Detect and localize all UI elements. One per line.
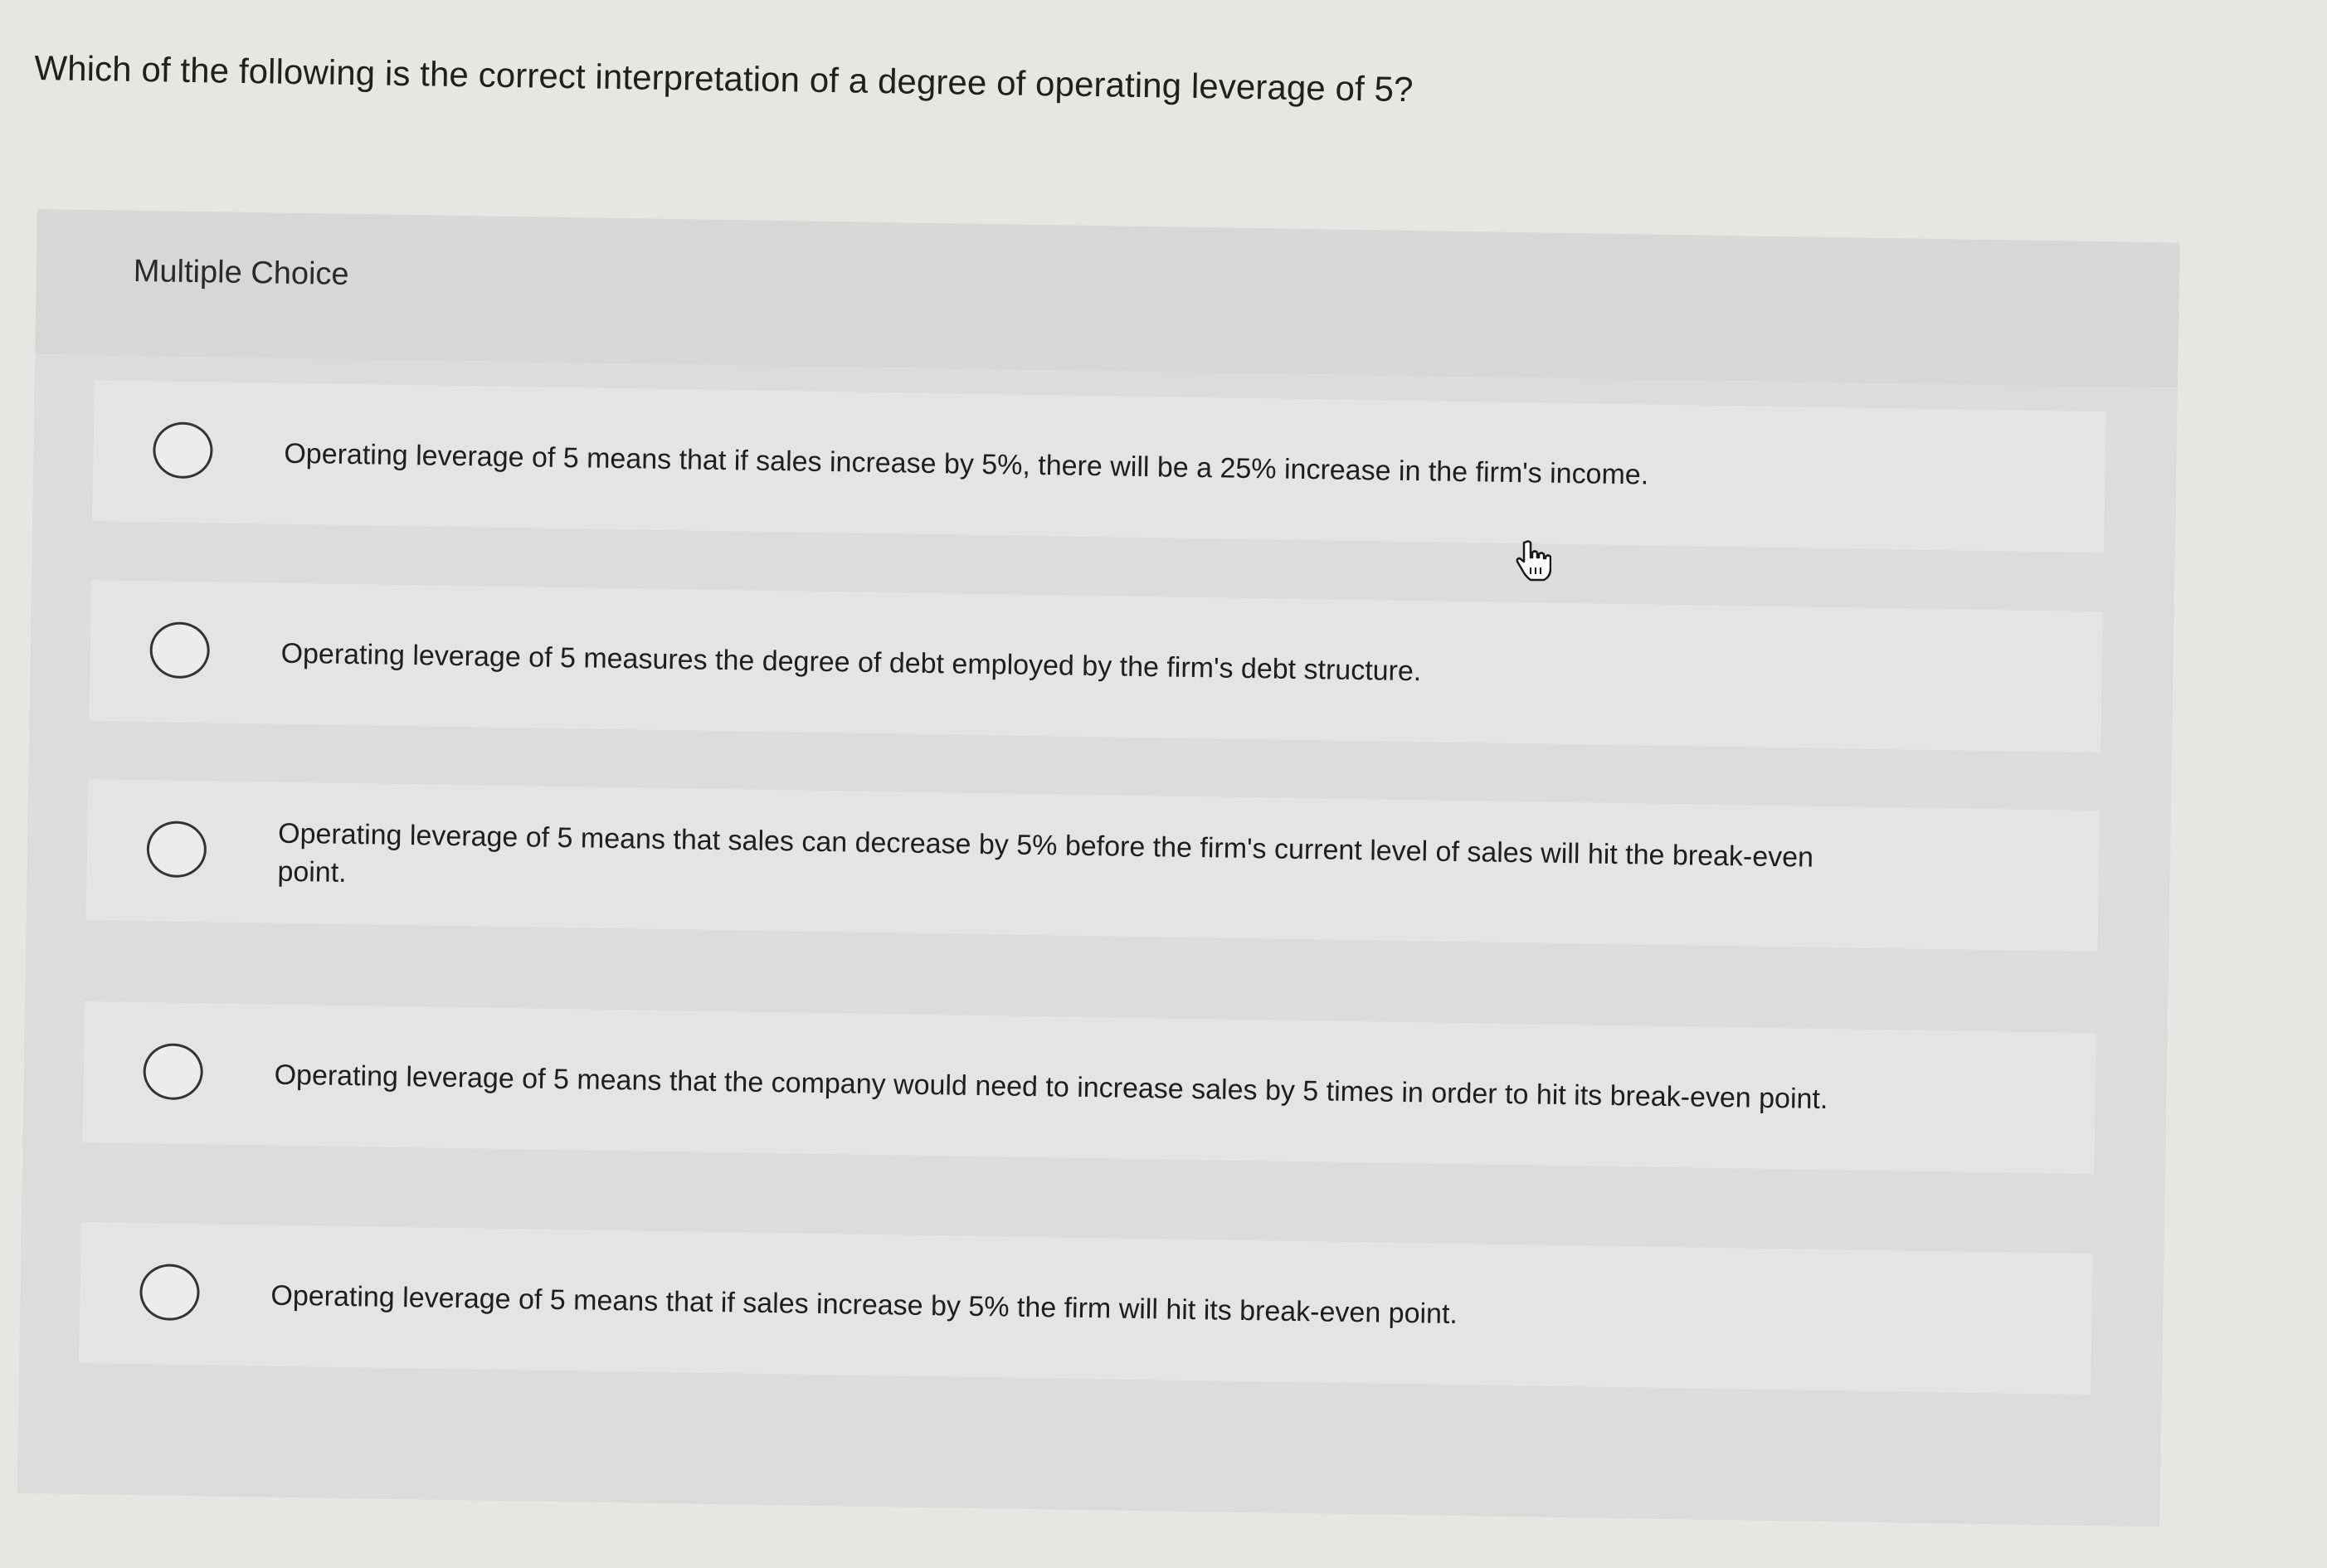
answer-option-1-label: Operating leverage of 5 means that if sa… (284, 437, 1649, 491)
multiple-choice-title: Multiple Choice (133, 253, 349, 292)
answer-option-2-label: Operating leverage of 5 measures the deg… (280, 637, 1422, 688)
multiple-choice-panel: Multiple Choice Operating leverage of 5 … (17, 209, 2180, 1527)
answer-option-3-label: Operating leverage of 5 means that sales… (277, 817, 1814, 889)
radio-button-2[interactable] (149, 621, 211, 679)
answer-option-2[interactable]: Operating leverage of 5 measures the deg… (89, 580, 2103, 753)
multiple-choice-header: Multiple Choice (35, 209, 2180, 388)
radio-button-3[interactable] (146, 821, 207, 879)
answer-option-5-label: Operating leverage of 5 means that if sa… (270, 1279, 1458, 1331)
answer-option-4-label: Operating leverage of 5 means that the c… (274, 1059, 1828, 1116)
hand-pointer-icon (1512, 539, 1552, 582)
answer-option-4[interactable]: Operating leverage of 5 means that the c… (82, 1001, 2096, 1175)
answer-option-3[interactable]: Operating leverage of 5 means that sales… (85, 779, 2100, 952)
answer-option-5[interactable]: Operating leverage of 5 means that if sa… (79, 1221, 2093, 1395)
radio-button-1[interactable] (152, 421, 213, 480)
answer-option-1[interactable]: Operating leverage of 5 means that if sa… (92, 380, 2106, 553)
question-text: Which of the following is the correct in… (34, 47, 1414, 110)
radio-button-4[interactable] (143, 1043, 204, 1101)
radio-button-5[interactable] (139, 1264, 201, 1322)
